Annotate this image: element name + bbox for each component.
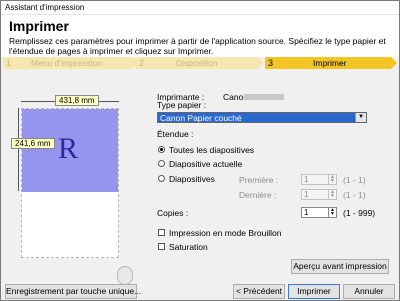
step-print-label: Imprimer: [313, 58, 347, 68]
back-button[interactable]: < Précédent: [233, 284, 285, 299]
radio-slides[interactable]: [158, 175, 165, 182]
wizard-steps: 1 Menu d'impression 2 Disposition 3 Impr…: [3, 57, 399, 69]
range-label: Étendue :: [157, 129, 194, 139]
window-title: Assistant d'impression: [5, 3, 85, 12]
print-preview-button[interactable]: Aperçu avant impression: [291, 259, 389, 274]
copies-stepper[interactable]: 1 ▲ ▼: [301, 207, 337, 218]
step-layout-label: Disposition: [176, 58, 218, 68]
cancel-button[interactable]: Annuler: [343, 284, 395, 299]
title-bar: Assistant d'impression: [1, 1, 399, 15]
print-preview: R 431,8 mm 241,6 mm: [7, 84, 144, 285]
first-page-value: 1: [304, 175, 309, 184]
saturation-checkbox[interactable]: [158, 243, 165, 250]
last-page-value: 1: [304, 190, 309, 199]
preview-letter: R: [58, 132, 79, 165]
paper-roll-icon: [117, 266, 133, 285]
step-menu-label: Menu d'impression: [31, 58, 103, 68]
redacted-model: [244, 94, 284, 100]
saturation-checkbox-label[interactable]: Saturation: [169, 242, 208, 252]
radio-current-slide[interactable]: [158, 160, 165, 167]
last-label: Dernière :: [239, 190, 277, 200]
radio-all-slides[interactable]: [158, 146, 165, 153]
print-area: R: [22, 109, 118, 192]
copies-value: 1: [304, 208, 309, 217]
paper-type-value: Canon Papier couché: [160, 113, 242, 123]
one-touch-save-button[interactable]: Enregistrement par touche unique...: [5, 284, 141, 299]
paper-sheet: R: [21, 108, 119, 258]
draft-checkbox-label[interactable]: Impression en mode Brouillon: [169, 228, 281, 238]
height-dimension-line: [18, 108, 19, 191]
page-title: Imprimer: [9, 18, 69, 34]
print-assistant-window: Assistant d'impression Imprimer Rempliss…: [0, 0, 400, 301]
stepper-arrows-icon[interactable]: ▲ ▼: [328, 175, 336, 184]
step-menu: 1 Menu d'impression: [3, 57, 139, 69]
first-range: (1 - 1): [343, 175, 366, 185]
step-layout: 2 Disposition: [136, 57, 264, 69]
first-page-stepper[interactable]: 1 ▲ ▼: [301, 174, 337, 185]
copies-range: (1 - 999): [343, 208, 376, 218]
paper-type-label: Type papier :: [157, 100, 207, 110]
draft-checkbox[interactable]: [158, 229, 165, 236]
page-description: Remplissez ces paramètres pour imprimer …: [9, 36, 386, 56]
chevron-down-icon[interactable]: ▼: [355, 113, 366, 122]
width-label: 431,8 mm: [55, 95, 99, 106]
paper-type-select[interactable]: Canon Papier couché ▼: [157, 112, 367, 123]
height-label: 241,6 mm: [11, 138, 55, 149]
first-label: Première :: [239, 175, 279, 185]
last-page-stepper[interactable]: 1 ▲ ▼: [301, 189, 337, 200]
step-print: 3 Imprimer: [265, 57, 397, 69]
stepper-arrows-icon[interactable]: ▲ ▼: [328, 208, 336, 217]
radio-slides-label[interactable]: Diapositives: [169, 174, 215, 184]
print-button[interactable]: Imprimer: [288, 284, 340, 299]
stepper-arrows-icon[interactable]: ▲ ▼: [328, 190, 336, 199]
radio-all-slides-label[interactable]: Toutes les diapositives: [169, 145, 254, 155]
last-range: (1 - 1): [343, 190, 366, 200]
radio-current-slide-label[interactable]: Diapositive actuelle: [169, 159, 242, 169]
header: Imprimer Remplissez ces paramètres pour …: [1, 15, 399, 57]
copies-label: Copies :: [157, 208, 189, 218]
